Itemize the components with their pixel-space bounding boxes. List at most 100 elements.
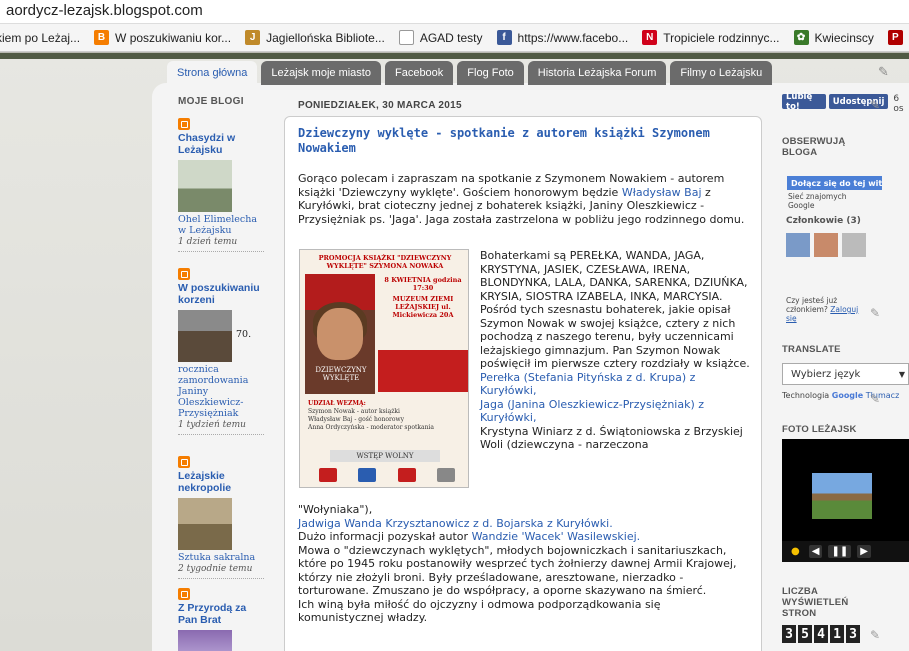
post-heroines-column: Bohaterkami są PEREŁKA, WANDA, JAGA, KRY… xyxy=(480,249,750,452)
bookmark-item[interactable]: ✿ Kwiecinscy xyxy=(793,30,874,45)
wrench-icon[interactable]: ✎ xyxy=(878,65,889,80)
avatar[interactable] xyxy=(814,233,838,257)
post-link[interactable]: Władysław Baj xyxy=(622,186,702,199)
poster-guest: Władysław Baj - gość honorowy xyxy=(308,416,405,423)
bookmark-label: Tropiciele rodzinnyc... xyxy=(663,30,780,45)
family-tree-icon: ✿ xyxy=(793,30,809,45)
post-link[interactable]: Jadwiga Wanda Krzysztanowicz z d. Bojars… xyxy=(298,517,748,531)
wrench-icon[interactable]: ✎ xyxy=(870,628,880,642)
blog-list-item: Z Przyrodą za Pan Brat xyxy=(178,588,266,651)
google-wordmark: Google xyxy=(831,391,864,400)
language-select-value: Wybierz język xyxy=(791,368,861,380)
bookmark-item[interactable]: AGAD testy xyxy=(398,30,483,45)
post-title[interactable]: Dziewczyny wyklęte - spotkanie z autorem… xyxy=(298,126,738,156)
chevron-down-icon: ▼ xyxy=(898,369,905,379)
blog-thumbnail[interactable] xyxy=(178,630,232,651)
poster-event-info: 8 KWIETNIA godzina 17:30 MUZEUM ZIEMI LE… xyxy=(380,276,466,319)
counter-digit: 5 xyxy=(798,625,812,643)
book-promo-poster[interactable]: PROMOCJA KSIĄŻKI "DZIEWCZYNY WYKLĘTE" SZ… xyxy=(299,249,469,488)
already-member-text: Czy jesteś już członkiem? Zaloguj się xyxy=(786,296,866,323)
post-text: Pośród tych szesnastu bohaterek, jakie o… xyxy=(480,303,750,370)
bookmark-label: Jagiellońska Bibliote... xyxy=(266,30,385,45)
n-icon: N xyxy=(642,30,658,45)
bookmark-item[interactable]: B W poszukiwaniu kor... xyxy=(94,30,231,45)
tab-home[interactable]: Strona główna xyxy=(167,61,258,85)
user-icon[interactable]: ● xyxy=(788,545,803,558)
bookmark-item[interactable]: P G xyxy=(887,30,909,45)
blog-thumbnail[interactable] xyxy=(178,310,232,362)
tab-facebook[interactable]: Facebook xyxy=(384,61,454,85)
blogger-icon xyxy=(178,456,190,468)
blogger-icon xyxy=(178,268,190,280)
portrait-face xyxy=(317,308,363,360)
post-text: Krystyna Winiarz z d. Świątoniowska z Br… xyxy=(480,424,743,452)
pageviews-heading: LICZBA WYŚWIETLEŃ STRON xyxy=(782,586,849,619)
blogger-icon: B xyxy=(94,30,110,45)
blog-list-item: Chasydzi w Leżajsku Ohel Elimelecha w Le… xyxy=(178,118,266,252)
bookmark-item[interactable]: J Jagiellońska Bibliote... xyxy=(245,30,385,45)
wrench-icon[interactable]: ✎ xyxy=(870,306,880,320)
avatar[interactable] xyxy=(786,233,810,257)
counter-digit: 3 xyxy=(782,625,796,643)
photo-slideshow[interactable]: ● ◀ ❚❚ ▶ xyxy=(782,439,909,562)
ptp-icon: P xyxy=(887,30,903,45)
tab-lezajsk-city[interactable]: Leżajsk moje miasto xyxy=(261,61,381,85)
poster-free-entry: WSTĘP WOLNY xyxy=(330,450,440,462)
divider xyxy=(178,578,264,579)
page-icon xyxy=(398,30,414,45)
address-bar[interactable]: aordycz-lezajsk.blogspot.com xyxy=(0,0,909,24)
poster-guests: UDZIAŁ WEZMĄ: Szymon Nowak - autor książ… xyxy=(308,400,466,432)
blog-list-item: Leżajskie nekropolie Sztuka sakralna 2 t… xyxy=(178,456,266,579)
blog-title-link[interactable]: Z Przyrodą za Pan Brat xyxy=(178,602,266,626)
wrench-icon[interactable]: ✎ xyxy=(870,98,880,112)
bookmark-item[interactable]: N Tropiciele rodzinnyc... xyxy=(642,30,780,45)
blog-post-number: 70. xyxy=(236,328,252,340)
language-select[interactable]: Wybierz język ▼ xyxy=(782,363,909,385)
book-cover-image: DZIEWCZYNY WYKLĘTE xyxy=(305,274,375,394)
bookmark-item[interactable]: kiem po Leżaj... xyxy=(0,31,80,45)
post-link[interactable]: Jaga (Janina Oleszkiewicz-Przysiężniak) … xyxy=(480,398,750,425)
post-link[interactable]: Perełka (Stefania Pityńska z d. Krupa) z… xyxy=(480,371,750,398)
blog-thumbnail[interactable] xyxy=(178,498,232,550)
tab-flog-foto[interactable]: Flog Foto xyxy=(457,61,524,85)
post-link[interactable]: Wandzie 'Wacek' Wasilewskiej. xyxy=(472,530,641,543)
poster-date: 8 KWIETNIA godzina 17:30 xyxy=(384,276,462,292)
tab-history-forum[interactable]: Historia Leżajska Forum xyxy=(527,61,667,85)
post-date: PONIEDZIAŁEK, 30 MARCA 2015 xyxy=(298,100,462,111)
post-lower-text: "Wołyniaka"), Jadwiga Wanda Krzysztanowi… xyxy=(298,503,748,625)
pageviews-counter: 3 5 4 1 3 xyxy=(782,625,860,643)
bookmark-item[interactable]: f https://www.facebo... xyxy=(496,30,628,45)
post-text: Dużo informacji pozyskał autor xyxy=(298,530,472,543)
blogger-icon xyxy=(178,588,190,600)
post-intro: Gorąco polecam i zapraszam na spotkanie … xyxy=(298,172,748,226)
bookmark-label: AGAD testy xyxy=(419,30,483,45)
poster-red-band xyxy=(378,350,468,392)
bookmark-label: W poszukiwaniu kor... xyxy=(115,30,232,45)
join-site-button[interactable]: Dołącz się do tej witryny xyxy=(787,176,882,190)
sponsor-logo xyxy=(397,468,416,482)
blog-title-link[interactable]: Leżajskie nekropolie xyxy=(178,470,266,494)
member-avatars xyxy=(786,233,866,257)
pause-icon[interactable]: ❚❚ xyxy=(828,545,852,558)
tab-films[interactable]: Filmy o Leżajsku xyxy=(670,61,773,85)
slideshow-image xyxy=(812,473,872,519)
previous-icon[interactable]: ◀ xyxy=(808,545,823,558)
blog-post-link[interactable]: Ohel Elimelecha w Leżajsku xyxy=(178,214,266,236)
blog-thumbnail[interactable] xyxy=(178,160,232,212)
blog-post-time: 1 dzień temu xyxy=(178,237,238,247)
counter-digit: 3 xyxy=(846,625,860,643)
blog-post-link[interactable]: rocznica zamordowania Janiny Oleszkiewic… xyxy=(178,364,266,419)
powered-by-label: Technologia xyxy=(782,391,830,400)
next-icon[interactable]: ▶ xyxy=(857,545,871,558)
blog-post-time: 2 tygodnie temu xyxy=(178,564,253,574)
sponsor-logo xyxy=(358,468,377,482)
avatar[interactable] xyxy=(842,233,866,257)
blog-post-link[interactable]: Sztuka sakralna xyxy=(178,552,266,563)
blogger-icon xyxy=(178,118,190,130)
blog-title-link[interactable]: W poszukiwaniu korzeni xyxy=(178,282,266,306)
poster-guest: Anna Ordyczyńska - moderator spotkania xyxy=(308,424,434,431)
wrench-icon[interactable]: ✎ xyxy=(870,392,880,406)
blog-title-link[interactable]: Chasydzi w Leżajsku xyxy=(178,132,266,156)
poster-guest: Szymon Nowak - autor książki xyxy=(308,408,400,415)
facebook-like-button[interactable]: Lubię to! xyxy=(782,92,826,112)
